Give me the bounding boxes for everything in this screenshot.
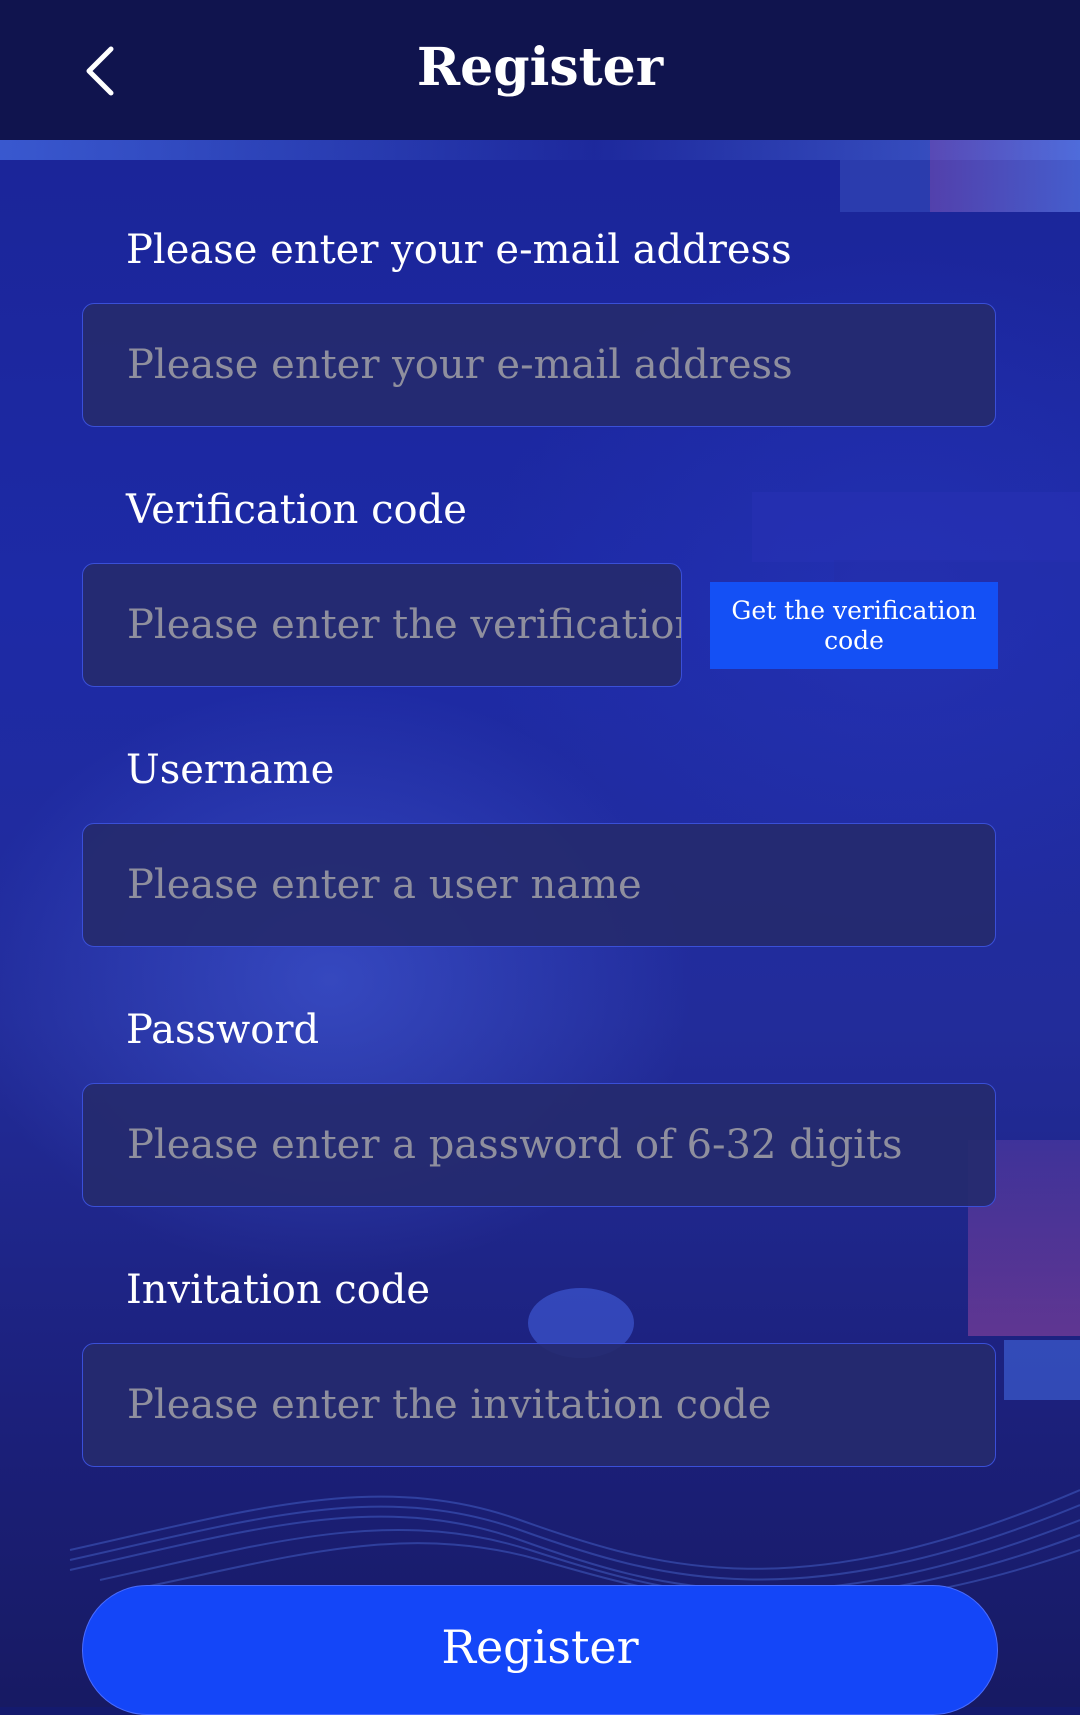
- email-field-container: [82, 303, 996, 427]
- password-field[interactable]: [83, 1084, 995, 1206]
- username-label: Username: [126, 747, 335, 793]
- verification-code-field[interactable]: [83, 564, 681, 686]
- invitation-code-field[interactable]: [83, 1344, 995, 1466]
- password-field-container: [82, 1083, 996, 1207]
- verification-code-field-container: [82, 563, 682, 687]
- register-button[interactable]: Register: [82, 1585, 998, 1715]
- email-field[interactable]: [83, 304, 995, 426]
- invitation-code-field-container: [82, 1343, 996, 1467]
- password-label: Password: [126, 1007, 320, 1053]
- email-label: Please enter your e-mail address: [126, 227, 792, 273]
- get-verification-code-button[interactable]: Get the verification code: [710, 582, 998, 669]
- verification-code-label: Verification code: [126, 487, 467, 533]
- register-form: Please enter your e-mail address Verific…: [0, 0, 1080, 1715]
- username-field-container: [82, 823, 996, 947]
- username-field[interactable]: [83, 824, 995, 946]
- invitation-code-label: Invitation code: [126, 1267, 431, 1313]
